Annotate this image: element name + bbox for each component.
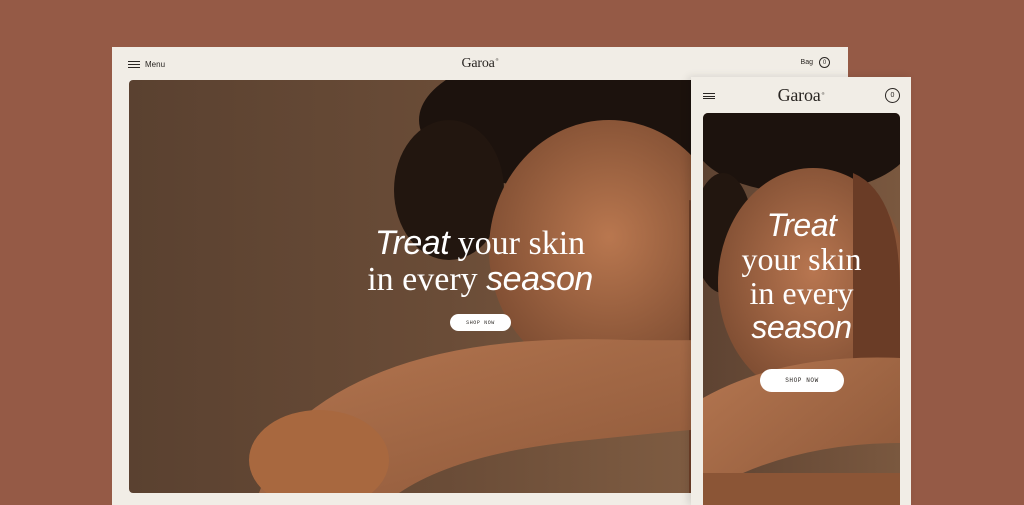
headline-treat: Treat [374,224,450,262]
hero-banner: Treat your skin in every season SHOP NOW [703,113,900,505]
logo-text: Garoa [777,85,821,105]
shop-now-button[interactable]: SHOP NOW [450,314,511,331]
hero-headline: Treat your skin in every season [723,207,880,345]
bag-count-badge: 0 [819,57,830,68]
logo-text: Garoa [461,56,495,71]
registered-mark: ® [495,57,499,62]
headline-in-every: in every [367,260,487,298]
brand-logo[interactable]: Garoa® [691,85,911,106]
headline-your-skin: your skin [449,225,586,262]
hero-headline: Treat your skin in every season [329,226,631,297]
headline-treat: Treat [766,207,837,243]
headline-season: season [751,308,852,345]
headline-season: season [486,259,593,298]
mobile-mockup: Garoa® 0 Treat your skin in every season… [691,77,911,505]
bag-label: Bag [800,59,813,66]
bag-count-badge[interactable]: 0 [885,88,900,103]
shop-now-button[interactable]: SHOP NOW [760,369,844,392]
bag-button[interactable]: Bag 0 [801,57,830,68]
brand-logo[interactable]: Garoa® [112,56,848,72]
registered-mark: ® [821,91,825,96]
desktop-header: Menu Garoa® Bag 0 [112,47,848,80]
headline-in-every: in every [749,274,854,311]
headline-your-skin: your skin [741,240,862,277]
